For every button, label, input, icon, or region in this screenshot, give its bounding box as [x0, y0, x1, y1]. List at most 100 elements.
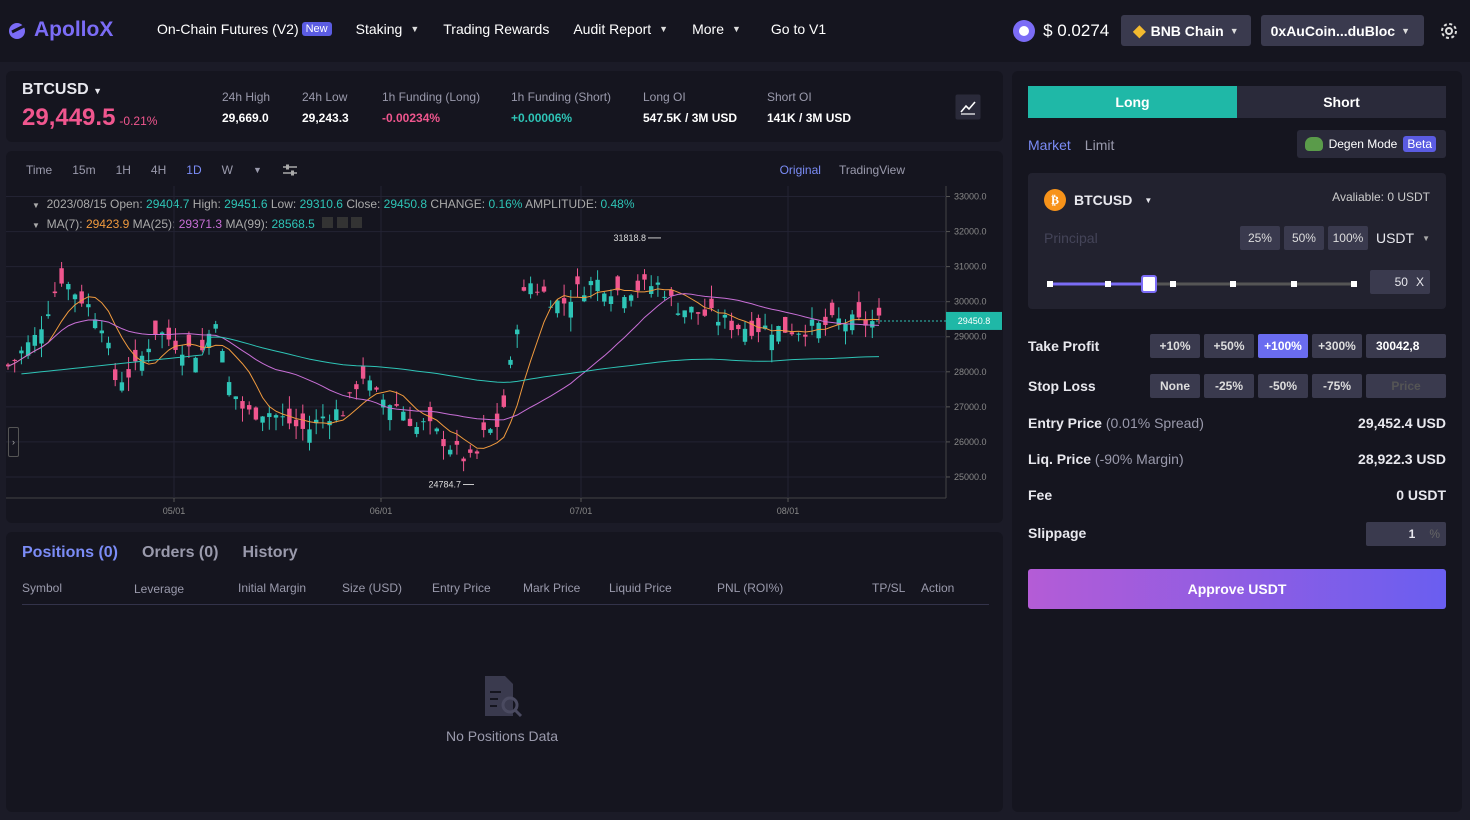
- nav-staking-label: Staking: [355, 21, 403, 37]
- nav-audit[interactable]: Audit Report ▼: [573, 21, 668, 37]
- last-price-value: 29,449.5: [22, 104, 116, 131]
- gear-icon[interactable]: [1438, 20, 1460, 42]
- chart-expand-handle[interactable]: ›: [8, 427, 19, 457]
- candle-body: [776, 326, 781, 342]
- stat-value: 141K / 3M USD: [767, 111, 852, 125]
- stat-label: 24h Low: [302, 90, 348, 104]
- stat-short-oi: Short OI 141K / 3M USD: [767, 90, 851, 125]
- nav-rewards[interactable]: Trading Rewards: [443, 21, 549, 37]
- candle-body: [146, 348, 151, 353]
- candle-body: [267, 413, 272, 418]
- entry-price-note: (0.01% Spread): [1105, 415, 1204, 431]
- col-liquid-price: Liquid Price: [609, 581, 672, 595]
- candle-body: [233, 396, 238, 400]
- asset-selector[interactable]: ₿ BTCUSD ▼: [1044, 189, 1152, 211]
- main-nav: On-Chain Futures (V2) New Staking ▼ Tradin…: [157, 21, 850, 37]
- symbol-selector[interactable]: BTCUSD ▼: [22, 81, 102, 99]
- candle-body: [843, 323, 848, 332]
- tab-history[interactable]: History: [242, 544, 297, 562]
- col-action: Action: [921, 581, 955, 595]
- candle-body: [481, 422, 486, 431]
- long-tab[interactable]: Long: [1028, 86, 1237, 118]
- stop-loss-input[interactable]: Price: [1366, 374, 1446, 398]
- pct-50-button[interactable]: 50%: [1283, 226, 1324, 250]
- slippage-label: Slippage: [1028, 525, 1087, 541]
- take-profit-input[interactable]: 30042,8: [1366, 334, 1446, 358]
- candle-body: [508, 359, 513, 365]
- entry-price-value: 29,452.4 USD: [1358, 415, 1446, 431]
- ma7-line: [7, 288, 880, 449]
- price-chart[interactable]: 33000.0 32000.0 31000.0 30000.0 29000.0 28000…: [6, 151, 1003, 523]
- tp-100-button[interactable]: +100%: [1258, 334, 1308, 358]
- slippage-unit: %: [1429, 527, 1440, 541]
- candle-body: [273, 415, 279, 418]
- candle-body: [454, 440, 460, 445]
- currency-selector[interactable]: USDT: [1376, 230, 1414, 246]
- candle-body: [521, 287, 527, 291]
- brand-logo[interactable]: ApolloX: [8, 18, 113, 42]
- sl-25-button[interactable]: -25%: [1204, 374, 1254, 398]
- candle-body: [756, 317, 761, 333]
- tp-10-button[interactable]: +10%: [1150, 334, 1200, 358]
- candle-body: [320, 416, 326, 419]
- candle-body: [655, 282, 661, 285]
- y-tick-label: 31000.0: [954, 262, 987, 272]
- slippage-input[interactable]: 1%: [1366, 522, 1446, 546]
- token-price[interactable]: $ 0.0274: [1013, 19, 1109, 42]
- stat-value: -0.00234%: [382, 111, 441, 125]
- principal-input[interactable]: Principal: [1044, 230, 1098, 246]
- sl-50-button[interactable]: -50%: [1258, 374, 1308, 398]
- candle-body: [602, 293, 607, 302]
- candle-body: [689, 306, 694, 313]
- col-initial-margin: Initial Margin: [238, 581, 307, 595]
- candle-body: [816, 322, 821, 339]
- available-balance: Avaliable: 0 USDT: [1332, 190, 1430, 204]
- last-price: 29,449.5 -0.21%: [22, 104, 157, 132]
- top-bar: ApolloX On-Chain Futures (V2) New Staking…: [0, 0, 1470, 62]
- tab-market[interactable]: Market: [1028, 137, 1071, 153]
- sl-none-button[interactable]: None: [1150, 374, 1200, 398]
- tp-300-button[interactable]: +300%: [1312, 334, 1362, 358]
- candle-body: [662, 296, 667, 298]
- candle-body: [702, 309, 707, 316]
- tab-limit[interactable]: Limit: [1085, 137, 1115, 153]
- nav-futures[interactable]: On-Chain Futures (V2) New: [157, 21, 332, 37]
- chart-toggle-icon[interactable]: [955, 94, 981, 120]
- candle-body: [742, 328, 748, 342]
- candle-body: [796, 333, 801, 335]
- pct-100-button[interactable]: 100%: [1327, 226, 1368, 250]
- entry-price-row: Entry Price (0.01% Spread) 29,452.4 USD: [1028, 415, 1446, 431]
- candle-body: [401, 411, 406, 421]
- wallet-button[interactable]: 0xAuCoin...duBloc ▼: [1260, 15, 1424, 46]
- nav-staking[interactable]: Staking ▼: [356, 21, 420, 37]
- nav-v1[interactable]: Go to V1: [771, 21, 826, 37]
- candle-body: [789, 332, 795, 335]
- nav-more[interactable]: More ▼: [692, 21, 741, 37]
- candle-body: [86, 304, 91, 308]
- sl-75-button[interactable]: -75%: [1312, 374, 1362, 398]
- tp-50-button[interactable]: +50%: [1204, 334, 1254, 358]
- approve-usdt-button[interactable]: Approve USDT: [1028, 569, 1446, 609]
- candle-body: [642, 274, 647, 280]
- tab-orders[interactable]: Orders (0): [142, 544, 218, 562]
- pct-25-button[interactable]: 25%: [1239, 226, 1280, 250]
- y-tick-label: 29000.0: [954, 332, 987, 342]
- x-tick-label: 07/01: [570, 506, 593, 516]
- candle-body: [448, 449, 453, 455]
- leverage-input[interactable]: 50 X: [1370, 270, 1430, 294]
- candle-body: [515, 329, 520, 335]
- degen-mode-button[interactable]: Degen Mode Beta: [1296, 130, 1446, 158]
- candle-body: [59, 268, 64, 284]
- col-tpsl: TP/SL: [872, 581, 906, 595]
- x-tick-label: 06/01: [370, 506, 393, 516]
- candle-body: [367, 380, 372, 391]
- tab-positions[interactable]: Positions (0): [22, 544, 118, 562]
- liq-price-row: Liq. Price (-90% Margin) 28,922.3 USD: [1028, 451, 1446, 467]
- leverage-slider[interactable]: [1044, 274, 1364, 294]
- chain-selector[interactable]: ◆ BNB Chain ▼: [1121, 15, 1251, 46]
- short-tab[interactable]: Short: [1237, 86, 1446, 118]
- candle-body: [561, 298, 567, 304]
- candle-body: [92, 319, 98, 329]
- stat-funding-short: 1h Funding (Short) +0.00006%: [511, 90, 611, 125]
- candle-body: [173, 340, 178, 350]
